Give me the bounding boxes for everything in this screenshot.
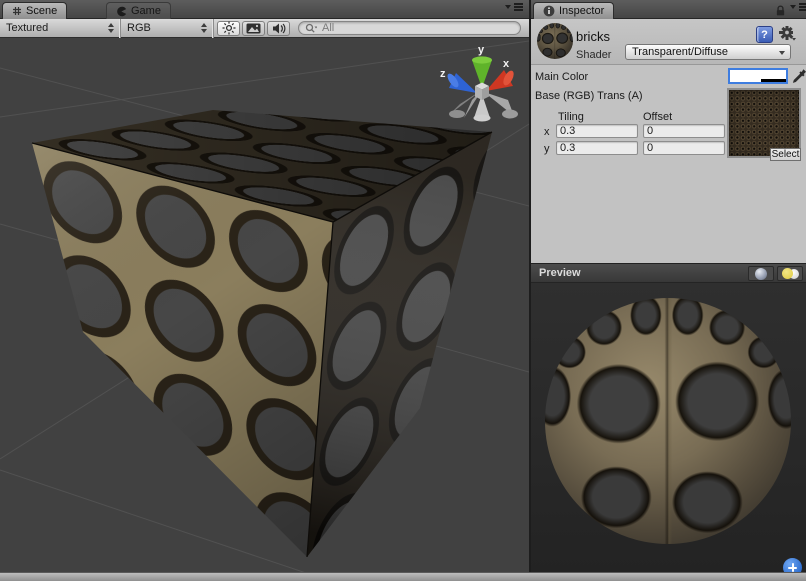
base-texture-label: Base (RGB) Trans (A) [535,90,643,102]
shader-value: Transparent/Diffuse [632,46,728,58]
shader-label: Shader [576,49,611,61]
audio-toggle-button[interactable] [267,21,290,36]
image-icon [246,23,261,34]
info-icon [543,5,555,17]
grid-icon [12,6,22,16]
orientation-gizmo[interactable]: y x z [436,40,528,124]
alpha-bar [761,79,786,82]
lock-icon[interactable] [774,4,787,17]
tab-scene-label: Scene [26,5,57,17]
gizmo-z-label: z [440,68,446,80]
preview-header[interactable]: Preview [531,263,806,283]
inspector-tabbar: Inspector [531,0,806,19]
main-color-swatch[interactable] [728,68,788,84]
tab-inspector-label: Inspector [559,5,604,17]
skybox-toggle-button[interactable] [242,21,265,36]
shader-dropdown[interactable]: Transparent/Diffuse [625,44,791,60]
material-properties: Main Color Base (RGB) Trans (A) Tiling O… [531,65,806,263]
unity-editor-window: Scene Game Textured RGB [0,0,806,581]
chevron-down-icon [779,51,785,55]
scene-toolbar: Textured RGB [0,19,529,38]
scene-viewport[interactable]: y x z [0,38,529,572]
preview-title: Preview [539,267,581,279]
draw-mode-value: Textured [6,22,48,34]
add-icon[interactable] [783,558,802,572]
material-header: bricks Shader Transparent/Diffuse ? [531,19,806,65]
offset-header: Offset [643,111,672,123]
tab-scene[interactable]: Scene [2,2,67,19]
chevron-down-icon [790,5,796,9]
search-input[interactable] [320,21,514,35]
tab-inspector[interactable]: Inspector [533,2,614,19]
menu-lines-icon [799,3,806,5]
updown-arrows-icon [201,23,207,33]
preview-lighting-toggle[interactable] [777,266,803,281]
color-mode-value: RGB [127,22,151,34]
texture-select-button[interactable]: Select [770,148,801,161]
search-icon [305,23,317,34]
eyedropper-icon[interactable] [791,68,806,85]
tiling-x-field[interactable] [556,124,638,138]
offset-x-field[interactable] [643,124,725,138]
chevron-down-icon [505,5,511,9]
offset-y-field[interactable] [643,141,725,155]
gizmo-x-label: x [503,58,510,70]
material-name: bricks [576,29,610,44]
gizmo-z-axis[interactable] [445,72,477,93]
help-icon[interactable]: ? [756,26,773,43]
sun-icon [222,21,236,35]
lighting-toggle-icon [782,268,793,279]
tab-game-label: Game [131,5,161,17]
gear-icon[interactable] [778,25,797,44]
material-sphere-icon [537,23,573,59]
draw-mode-dropdown[interactable]: Textured [0,19,121,38]
preview-area[interactable] [531,283,806,572]
tab-game[interactable]: Game [106,2,171,19]
scene-tabbar: Scene Game [0,0,529,19]
main-color-label: Main Color [535,71,588,83]
status-bar [0,572,806,581]
menu-lines-icon [514,3,523,5]
gizmo-center-cube[interactable] [475,83,489,101]
preview-model-toggle[interactable] [748,266,774,281]
preview-sphere[interactable] [545,298,791,544]
scene-panel-menu-icon[interactable] [505,5,523,9]
gizmo-y-label: y [478,44,485,56]
cube-object[interactable] [32,110,492,557]
lighting-toggle-button[interactable] [217,21,240,36]
audio-icon [272,22,286,35]
tiling-y-field[interactable] [556,141,638,155]
tiling-header: Tiling [558,111,584,123]
inspector-panel: Inspector bricks Shader Transparent/Diff… [531,0,806,572]
pacman-icon [116,6,127,17]
scene-search-field[interactable] [298,21,521,35]
row-x-label: x [544,126,550,138]
inspector-panel-menu-icon[interactable] [790,5,806,9]
updown-arrows-icon [108,23,114,33]
color-mode-dropdown[interactable]: RGB [121,19,214,38]
sphere-toggle-icon [755,268,767,280]
gizmo-x-axis[interactable] [486,69,516,91]
row-y-label: y [544,143,550,155]
